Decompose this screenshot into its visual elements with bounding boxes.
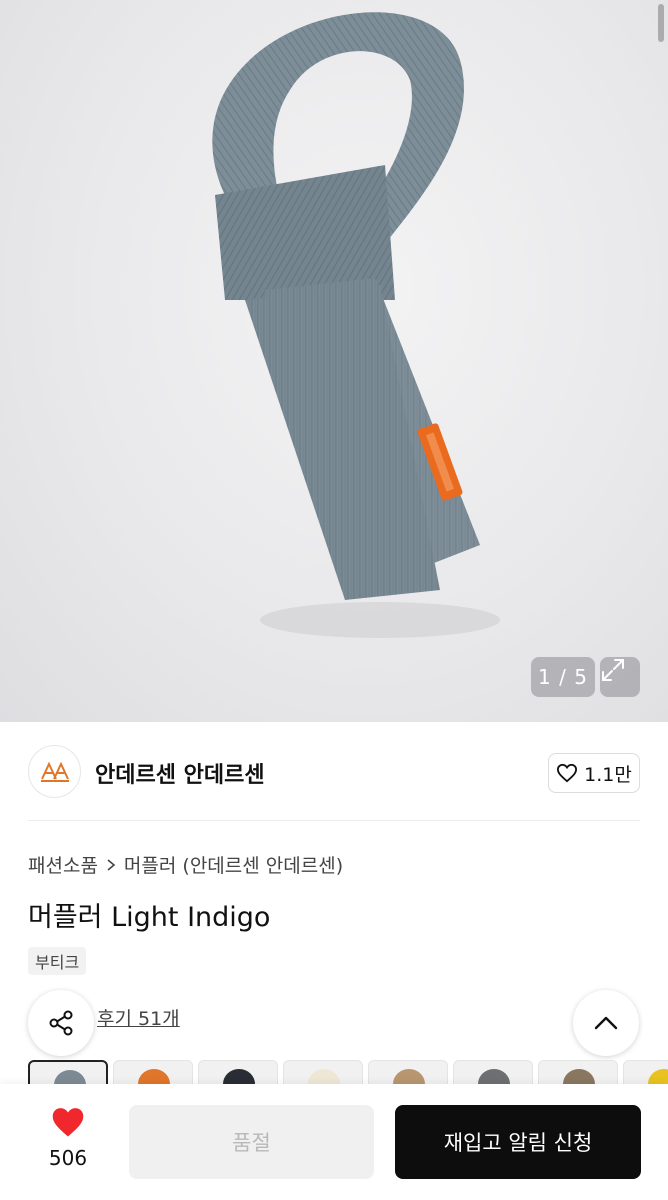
color-swatch[interactable] [368, 1060, 448, 1086]
brand-like-count: 1.1만 [584, 763, 632, 786]
color-swatch[interactable] [453, 1060, 533, 1086]
soldout-button: 품절 [129, 1105, 374, 1179]
breadcrumb: 패션소품 머플러 (안데르센 안데르센) [28, 851, 343, 878]
product-badge: 부티크 [28, 947, 87, 975]
breadcrumb-subcategory[interactable]: 머플러 (안데르센 안데르센) [124, 851, 343, 878]
color-swatch[interactable] [198, 1060, 278, 1086]
product-image-carousel[interactable]: 1 / 5 [0, 0, 668, 722]
color-swatch[interactable] [113, 1060, 193, 1086]
breadcrumb-category[interactable]: 패션소품 [28, 851, 98, 878]
restock-alert-button[interactable]: 재입고 알림 신청 [395, 1105, 641, 1179]
heart-filled-icon [52, 1108, 84, 1137]
share-icon [49, 1010, 73, 1036]
brand-like-button[interactable]: 1.1만 [548, 753, 640, 793]
share-button[interactable] [28, 990, 94, 1056]
scroll-top-button[interactable] [573, 990, 639, 1056]
divider [28, 820, 640, 821]
color-swatches [28, 1060, 668, 1086]
image-pager: 1 / 5 [531, 657, 595, 697]
brand-row[interactable]: 안데르센 안데르센 1.1만 [0, 722, 668, 822]
chevron-up-icon [594, 1016, 618, 1030]
brand-logo-icon[interactable] [28, 745, 81, 798]
scrollbar[interactable] [658, 4, 664, 42]
chevron-right-icon [107, 858, 116, 871]
brand-name[interactable]: 안데르센 안데르센 [95, 757, 265, 789]
review-link[interactable]: 후기 51개 [97, 1004, 180, 1031]
color-swatch[interactable] [283, 1060, 363, 1086]
wish-count: 506 [48, 1146, 88, 1170]
color-swatch[interactable] [28, 1060, 108, 1086]
wish-button[interactable]: 506 [28, 1106, 108, 1176]
color-swatch[interactable] [623, 1060, 668, 1086]
color-swatch[interactable] [538, 1060, 618, 1086]
scarf-product-photo [212, 12, 500, 638]
heart-outline-icon [557, 763, 578, 783]
product-title: 머플러 Light Indigo [28, 902, 271, 933]
expand-icon[interactable] [600, 657, 640, 697]
bottom-action-bar: 506 품절 재입고 알림 신청 [0, 1084, 668, 1200]
